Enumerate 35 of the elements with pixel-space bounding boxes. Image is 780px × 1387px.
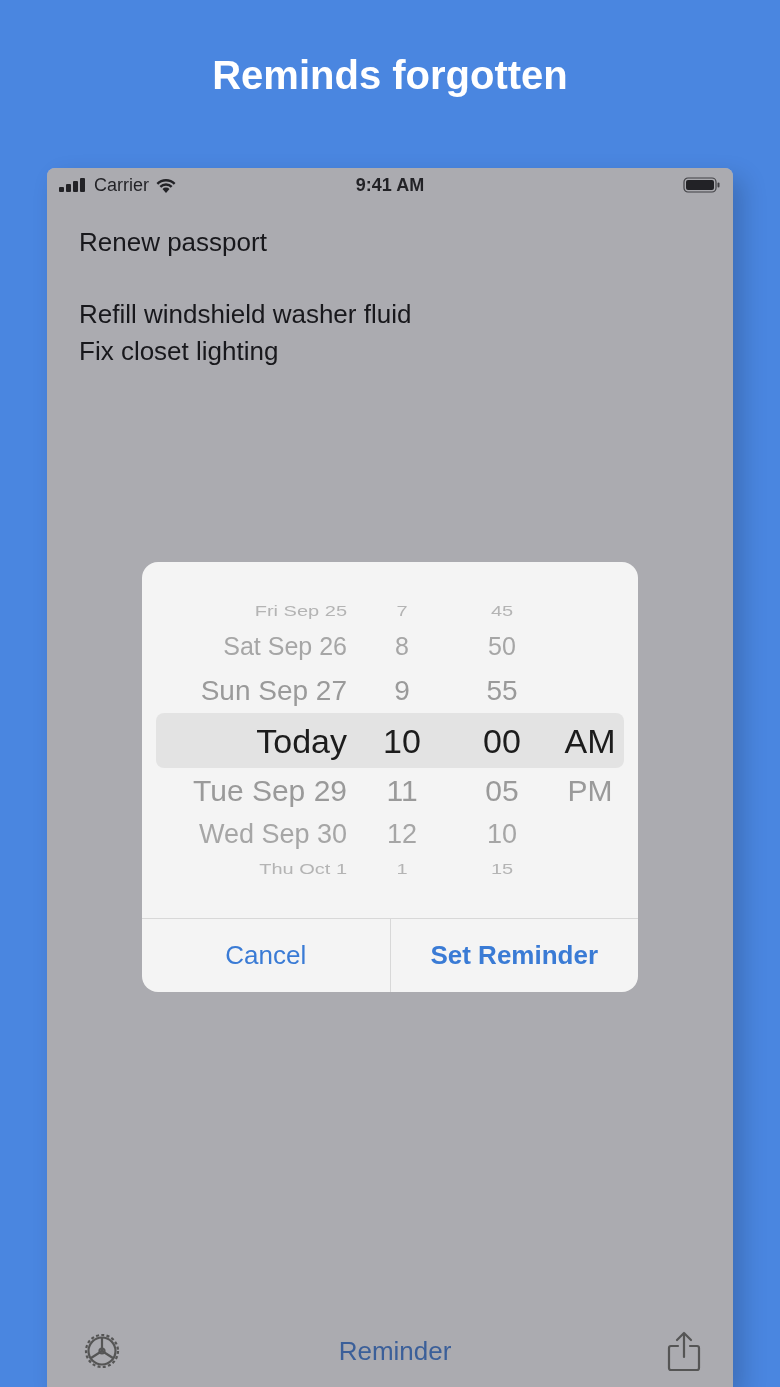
cancel-button[interactable]: Cancel	[142, 919, 390, 992]
note-line[interactable]: Refill windshield washer fluid	[79, 296, 412, 333]
picker-item[interactable]: Sun Sep 27	[200, 676, 347, 705]
carrier-label: Carrier	[94, 174, 149, 196]
picker-item[interactable]: Wed Sep 30	[198, 820, 347, 848]
toolbar-title: Reminder	[338, 1335, 452, 1367]
picker-item[interactable]: 15	[490, 862, 514, 876]
picker-item[interactable]: Tue Sep 29	[193, 776, 347, 806]
battery-icon	[683, 177, 721, 193]
share-icon[interactable]	[667, 1330, 701, 1372]
picker-item[interactable]: Fri Sep 25	[254, 603, 347, 618]
picker-item[interactable]: Thu Oct 1	[259, 862, 347, 876]
picker-item[interactable]: Sat Sep 26	[223, 634, 347, 659]
picker-item[interactable]: AM	[564, 724, 616, 758]
picker-item[interactable]: 7	[396, 603, 408, 618]
picker-item[interactable]: 9	[394, 676, 410, 705]
wifi-icon	[154, 176, 178, 194]
picker-item[interactable]: 1	[396, 862, 408, 876]
picker-item[interactable]: 45	[490, 603, 514, 618]
picker-item[interactable]: PM	[567, 776, 613, 806]
picker-item[interactable]: 10	[383, 724, 421, 758]
picker-item[interactable]: 55	[486, 676, 518, 705]
picker-item[interactable]: 50	[488, 634, 516, 659]
note-line[interactable]: Renew passport	[79, 224, 267, 261]
picker-item[interactable]: 8	[395, 634, 409, 659]
picker-item[interactable]: 00	[483, 724, 521, 758]
picker-item[interactable]: 10	[486, 820, 517, 848]
confirm-button[interactable]: Set Reminder	[389, 919, 638, 992]
picker-item[interactable]: 11	[386, 776, 418, 806]
picker-item[interactable]: 05	[485, 776, 519, 806]
headline: Reminds forgotten	[212, 52, 568, 99]
status-time: 9:41 AM	[355, 174, 425, 196]
picker-item[interactable]: Today	[256, 724, 347, 758]
picker-item[interactable]: 12	[386, 820, 417, 848]
note-line[interactable]: Fix closet lighting	[79, 333, 279, 370]
